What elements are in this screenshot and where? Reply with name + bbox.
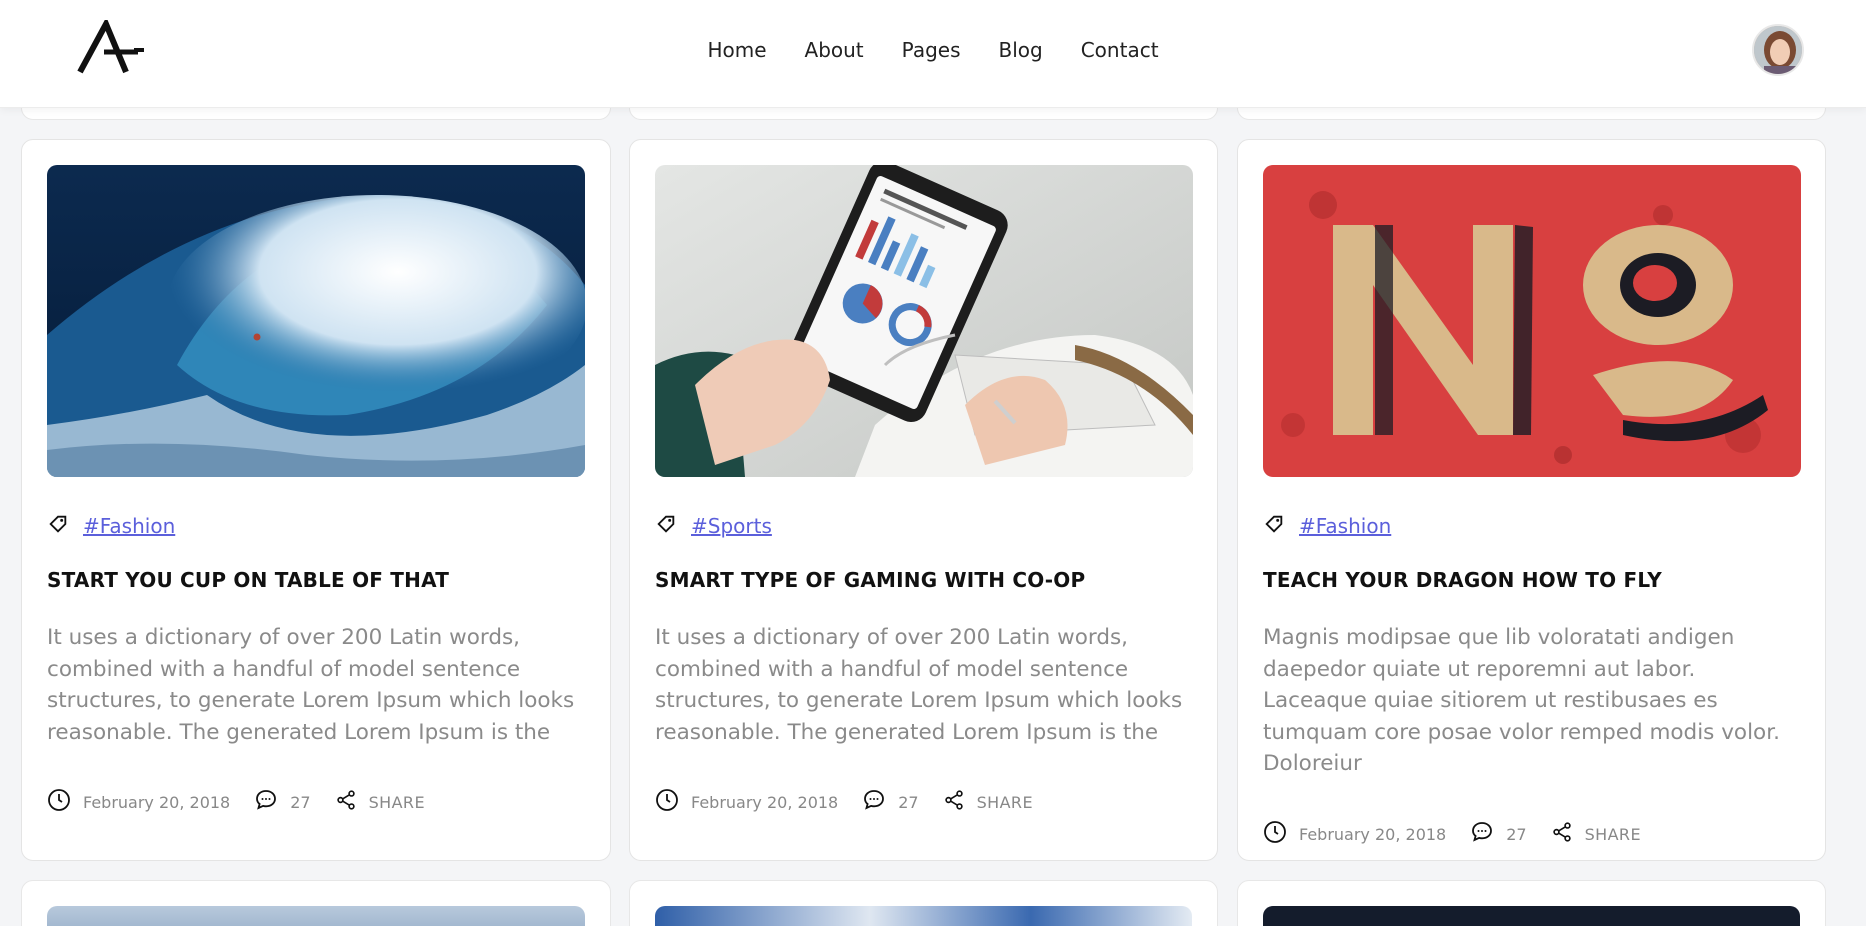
share-label: SHARE (976, 792, 1033, 812)
card-tag[interactable]: #Sports (691, 514, 772, 538)
card-image[interactable] (47, 165, 585, 477)
tag-row: #Sports (655, 513, 772, 539)
blog-card-next (629, 880, 1218, 926)
clock-icon (1263, 820, 1287, 848)
blog-card: #Fashion TEACH YOUR DRAGON HOW TO FLY Ma… (1237, 139, 1826, 861)
comment-count: 27 (898, 792, 919, 812)
avatar-image (1754, 26, 1802, 74)
tag-row: #Fashion (47, 513, 175, 539)
card-date: February 20, 2018 (691, 792, 839, 812)
card-excerpt: Magnis modipsae que lib voloratati andig… (1263, 625, 1780, 776)
blog-card-next (1237, 880, 1826, 926)
share-icon (1551, 821, 1573, 847)
share-item[interactable]: SHARE (1551, 821, 1641, 847)
card-meta: February 20, 2018 27 SHARE (47, 788, 449, 816)
nav-contact[interactable]: Contact (1081, 38, 1159, 62)
card-tag[interactable]: #Fashion (1299, 514, 1391, 538)
phone-chart-image (655, 165, 1193, 477)
comment-icon (862, 788, 886, 816)
comment-count: 27 (290, 792, 311, 812)
nav-home[interactable]: Home (707, 38, 766, 62)
site-header: Home About Pages Blog Contact (0, 0, 1866, 108)
avatar[interactable] (1752, 24, 1804, 76)
comment-icon (1470, 820, 1494, 848)
tag-icon (1263, 513, 1285, 539)
share-item[interactable]: SHARE (335, 789, 425, 815)
main-nav: Home About Pages Blog Contact (0, 38, 1866, 62)
card-image[interactable] (1263, 165, 1801, 477)
tag-row: #Fashion (1263, 513, 1391, 539)
comments-item[interactable]: 27 (1470, 820, 1527, 848)
comment-count: 27 (1506, 824, 1527, 844)
nav-about[interactable]: About (805, 38, 864, 62)
share-item[interactable]: SHARE (943, 789, 1033, 815)
share-icon (943, 789, 965, 815)
card-date: February 20, 2018 (1299, 824, 1447, 844)
card-title[interactable]: START YOU CUP ON TABLE OF THAT (47, 568, 449, 592)
clock-icon (655, 788, 679, 816)
painted-sign-image (1263, 165, 1801, 477)
tag-icon (655, 513, 677, 539)
card-image[interactable] (47, 906, 585, 926)
card-tag[interactable]: #Fashion (83, 514, 175, 538)
share-icon (335, 789, 357, 815)
share-label: SHARE (1584, 824, 1641, 844)
comment-icon (254, 788, 278, 816)
card-title[interactable]: TEACH YOUR DRAGON HOW TO FLY (1263, 568, 1662, 592)
blog-card-next (21, 880, 611, 926)
card-meta: February 20, 2018 27 SHARE (655, 788, 1057, 816)
card-excerpt: It uses a dictionary of over 200 Latin w… (655, 625, 1183, 745)
card-image[interactable] (655, 906, 1192, 926)
card-date: February 20, 2018 (83, 792, 231, 812)
ocean-wave-image (47, 165, 585, 477)
blog-card: #Fashion START YOU CUP ON TABLE OF THAT … (21, 139, 611, 861)
card-excerpt: It uses a dictionary of over 200 Latin w… (47, 625, 575, 745)
tag-icon (47, 513, 69, 539)
date-item: February 20, 2018 (655, 788, 838, 816)
nav-blog[interactable]: Blog (999, 38, 1043, 62)
share-label: SHARE (368, 792, 425, 812)
date-item: February 20, 2018 (1263, 820, 1446, 848)
comments-item[interactable]: 27 (254, 788, 311, 816)
card-image[interactable] (655, 165, 1193, 477)
clock-icon (47, 788, 71, 816)
nav-pages[interactable]: Pages (902, 38, 961, 62)
comments-item[interactable]: 27 (862, 788, 919, 816)
card-title[interactable]: SMART TYPE OF GAMING WITH CO-OP (655, 568, 1085, 592)
card-meta: February 20, 2018 27 SHARE (1263, 820, 1665, 848)
card-image[interactable] (1263, 906, 1800, 926)
date-item: February 20, 2018 (47, 788, 230, 816)
blog-card: #Sports SMART TYPE OF GAMING WITH CO-OP … (629, 139, 1218, 861)
